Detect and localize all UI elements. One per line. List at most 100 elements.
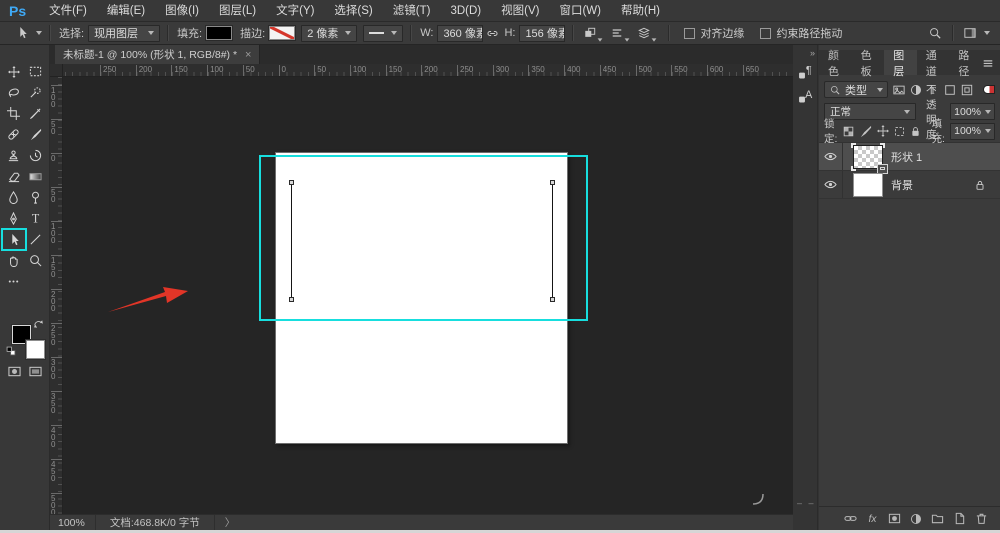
move-tool[interactable]	[3, 62, 25, 81]
stroke-width-dropdown[interactable]: 2 像素	[301, 25, 357, 42]
workspace-chevron-icon[interactable]	[984, 31, 990, 35]
panel-tab-color[interactable]: 颜色	[819, 50, 852, 75]
filter-kind-dropdown[interactable]: 类型	[824, 81, 888, 98]
menu-edit[interactable]: 编辑(E)	[97, 0, 155, 22]
align-edges-checkbox[interactable]	[684, 28, 695, 39]
menu-3d[interactable]: 3D(D)	[440, 0, 491, 22]
lock-row: 锁定: 填充: 100%	[819, 122, 1000, 143]
layer-row-shape-1[interactable]: 形状 1	[819, 143, 1000, 171]
horizontal-ruler[interactable]: 2502001501005005010015020025030035040045…	[63, 64, 793, 77]
h-ruler-label: 50	[243, 65, 255, 74]
blur-tool[interactable]	[3, 188, 25, 207]
menu-layer[interactable]: 图层(L)	[209, 0, 266, 22]
layers-panel-footer: fx	[819, 506, 1000, 530]
layer-filter-toggle[interactable]	[983, 85, 995, 94]
screen-mode-icon[interactable]	[29, 365, 42, 378]
shape-height-input[interactable]: 156 像素	[519, 25, 565, 42]
link-layers-icon[interactable]	[844, 512, 857, 525]
search-icon[interactable]	[929, 27, 941, 39]
character-panel-icon[interactable]: A	[793, 83, 818, 107]
add-layer-mask-icon[interactable]	[888, 512, 901, 525]
menu-help[interactable]: 帮助(H)	[611, 0, 670, 22]
status-options-chevron[interactable]: 〉	[215, 515, 246, 530]
lock-artboard-icon[interactable]	[894, 126, 905, 137]
menu-filter[interactable]: 滤镜(T)	[383, 0, 441, 22]
quick-mask-mode-icon[interactable]	[8, 365, 21, 378]
fill-swatch[interactable]	[206, 26, 232, 40]
path-operations-icon[interactable]	[584, 27, 603, 39]
tool-preset-chevron-icon[interactable]	[36, 31, 42, 35]
menu-image[interactable]: 图像(I)	[155, 0, 209, 22]
filter-adjustment-layers-icon[interactable]	[910, 84, 922, 96]
swap-colors-icon[interactable]	[33, 319, 44, 333]
canvas-resize-grip-icon[interactable]	[751, 492, 765, 506]
layer-name[interactable]: 背景	[891, 177, 913, 193]
crop-tool[interactable]	[3, 104, 25, 123]
path-selection-tool[interactable]	[3, 230, 25, 249]
dodge-tool[interactable]	[25, 188, 47, 207]
eyedropper-tool[interactable]	[25, 104, 47, 123]
paragraph-panel-icon[interactable]: ¶	[793, 59, 818, 83]
link-dimensions-icon[interactable]	[486, 27, 499, 40]
path-arrangement-icon[interactable]	[638, 27, 657, 39]
constrain-path-drag-checkbox[interactable]	[760, 28, 771, 39]
zoom-level-field[interactable]: 100%	[50, 517, 95, 529]
eraser-tool[interactable]	[3, 167, 25, 186]
select-mode-dropdown[interactable]: 现用图层	[88, 25, 160, 42]
line-tool[interactable]	[25, 230, 47, 249]
layer-style-fx-icon[interactable]: fx	[866, 512, 879, 525]
default-colors-icon[interactable]	[6, 346, 16, 359]
menu-window[interactable]: 窗口(W)	[549, 0, 611, 22]
menu-type[interactable]: 文字(Y)	[266, 0, 324, 22]
lock-position-icon[interactable]	[877, 125, 889, 137]
layer-thumbnail-background[interactable]	[853, 173, 883, 197]
opacity-dropdown[interactable]: 100%	[950, 103, 995, 120]
menu-file[interactable]: 文件(F)	[39, 0, 97, 22]
type-tool[interactable]: T	[25, 209, 47, 228]
layer-name[interactable]: 形状 1	[891, 149, 922, 165]
new-layer-icon[interactable]	[953, 512, 966, 525]
background-color-swatch[interactable]	[26, 340, 45, 359]
lock-all-icon[interactable]	[910, 126, 921, 137]
panel-menu-icon[interactable]	[982, 50, 1000, 75]
more-tools[interactable]	[3, 272, 25, 291]
spot-healing-brush-tool[interactable]	[3, 125, 25, 144]
new-adjustment-layer-icon[interactable]	[910, 513, 922, 525]
lock-image-pixels-icon[interactable]	[859, 125, 872, 138]
document-tab[interactable]: 未标题-1 @ 100% (形状 1, RGB/8#) * ×	[55, 45, 260, 64]
history-brush-tool[interactable]	[25, 146, 47, 165]
stroke-swatch[interactable]	[269, 26, 295, 40]
layer-visibility-eye-icon[interactable]	[819, 143, 843, 170]
workspace-switcher-icon[interactable]	[964, 27, 976, 39]
path-alignment-icon[interactable]	[611, 27, 630, 39]
filter-smart-objects-icon[interactable]	[961, 84, 973, 96]
menu-view[interactable]: 视图(V)	[491, 0, 549, 22]
vertical-ruler[interactable]: 10050050100150200250300350400450500	[50, 77, 63, 514]
rectangular-marquee-tool[interactable]	[25, 62, 47, 81]
blend-mode-dropdown[interactable]: 正常	[824, 103, 916, 120]
pen-tool[interactable]	[3, 209, 25, 228]
stroke-type-dropdown[interactable]	[363, 25, 403, 42]
layer-visibility-eye-icon[interactable]	[819, 171, 843, 198]
menu-select[interactable]: 选择(S)	[324, 0, 382, 22]
delete-layer-icon[interactable]	[975, 512, 988, 525]
brush-tool[interactable]	[25, 125, 47, 144]
shape-width-input[interactable]: 360 像素	[437, 25, 483, 42]
hand-tool[interactable]	[3, 251, 25, 270]
layer-row-background[interactable]: 背景	[819, 171, 1000, 199]
clone-stamp-tool[interactable]	[3, 146, 25, 165]
panel-tab-paths[interactable]: 路径	[949, 50, 982, 75]
panel-tab-swatches[interactable]: 色板	[852, 50, 885, 75]
new-group-icon[interactable]	[931, 512, 944, 525]
panel-tab-channels[interactable]: 通道	[917, 50, 950, 75]
lasso-tool[interactable]	[3, 83, 25, 102]
zoom-tool[interactable]	[25, 251, 47, 270]
expand-dock-icon[interactable]: »	[810, 48, 814, 58]
close-tab-icon[interactable]: ×	[245, 49, 251, 61]
quick-selection-tool[interactable]	[25, 83, 47, 102]
panel-tab-layers[interactable]: 图层	[884, 50, 917, 75]
gradient-tool[interactable]	[25, 167, 47, 186]
filter-pixel-layers-icon[interactable]	[893, 84, 905, 96]
lock-transparent-pixels-icon[interactable]	[843, 126, 854, 137]
fill-opacity-dropdown[interactable]: 100%	[950, 123, 995, 140]
